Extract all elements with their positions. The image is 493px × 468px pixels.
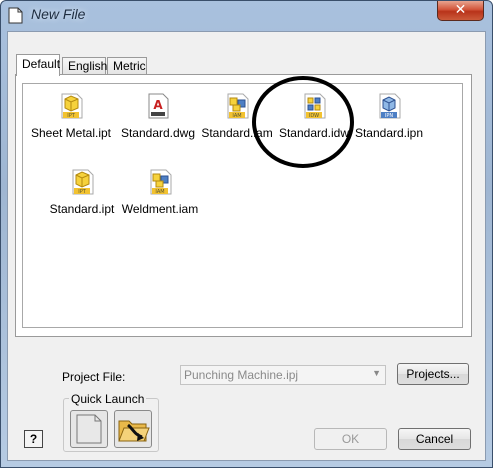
project-file-select[interactable]: Punching Machine.ipj ▼ [180,365,386,385]
file-item-standard-dwg[interactable]: A Standard.dwg [119,90,197,140]
svg-text:A: A [153,98,163,112]
projects-button[interactable]: Projects... [397,363,469,385]
drawing-icon: IDW [304,93,326,119]
tab-panel-default: IPT Sheet Metal.ipt A Standard.dwg IAM S… [15,74,472,337]
svg-text:IAM: IAM [232,113,241,119]
file-item-standard-ipn[interactable]: IPN Standard.ipn [350,90,428,140]
file-item-standard-idw[interactable]: IDW Standard.idw [275,90,353,140]
file-item-weldment-iam[interactable]: IAM Weldment.iam [121,166,199,216]
file-item-standard-ipt[interactable]: IPT Standard.ipt [43,166,121,216]
autocad-drawing-icon: A [148,93,169,119]
quick-launch-new-button[interactable] [70,410,108,448]
file-item-sheet-metal-ipt[interactable]: IPT Sheet Metal.ipt [26,90,116,140]
tab-default[interactable]: Default [16,54,60,76]
svg-text:IPN: IPN [385,113,393,119]
chevron-down-icon: ▼ [372,368,381,378]
part-icon: IPT [72,169,94,195]
file-name: Sheet Metal.ipt [30,126,112,140]
file-name: Standard.dwg [120,126,196,140]
project-file-label: Project File: [62,370,126,384]
assembly-icon: IAM [150,169,172,195]
template-file-list: IPT Sheet Metal.ipt A Standard.dwg IAM S… [22,83,463,328]
presentation-icon: IPN [379,93,401,119]
new-file-dialog: New File ✕ Default English Metric IPT Sh… [0,0,493,468]
dialog-body: Default English Metric IPT Sheet Metal.i… [7,31,486,461]
file-name: Standard.idw [278,126,350,140]
cancel-button[interactable]: Cancel [398,428,471,450]
file-name: Standard.ipn [354,126,424,140]
help-icon: ? [29,432,38,446]
svg-text:IAM: IAM [155,189,164,195]
tab-english[interactable]: English [62,57,107,75]
close-icon: ✕ [454,2,467,18]
svg-text:IPT: IPT [78,189,86,195]
svg-text:IPT: IPT [67,113,75,119]
quick-launch-label: Quick Launch [69,392,147,406]
file-name: Weldment.iam [121,202,199,216]
file-name: Standard.ipt [49,202,115,216]
open-folder-icon [118,420,150,442]
svg-text:IDW: IDW [309,113,319,119]
title-bar[interactable]: New File ✕ [1,1,492,31]
file-name: Standard.iam [201,126,273,140]
assembly-icon: IAM [227,93,249,119]
window-title: New File [31,6,86,22]
close-button[interactable]: ✕ [437,1,484,21]
help-button[interactable]: ? [24,430,43,448]
blank-document-icon [76,414,102,444]
project-file-value: Punching Machine.ipj [184,368,299,382]
part-icon: IPT [61,93,83,119]
ok-button[interactable]: OK [314,428,387,450]
quick-launch-open-button[interactable] [114,410,152,448]
file-item-standard-iam[interactable]: IAM Standard.iam [198,90,276,140]
document-icon [8,7,23,24]
tab-metric[interactable]: Metric [107,57,147,75]
